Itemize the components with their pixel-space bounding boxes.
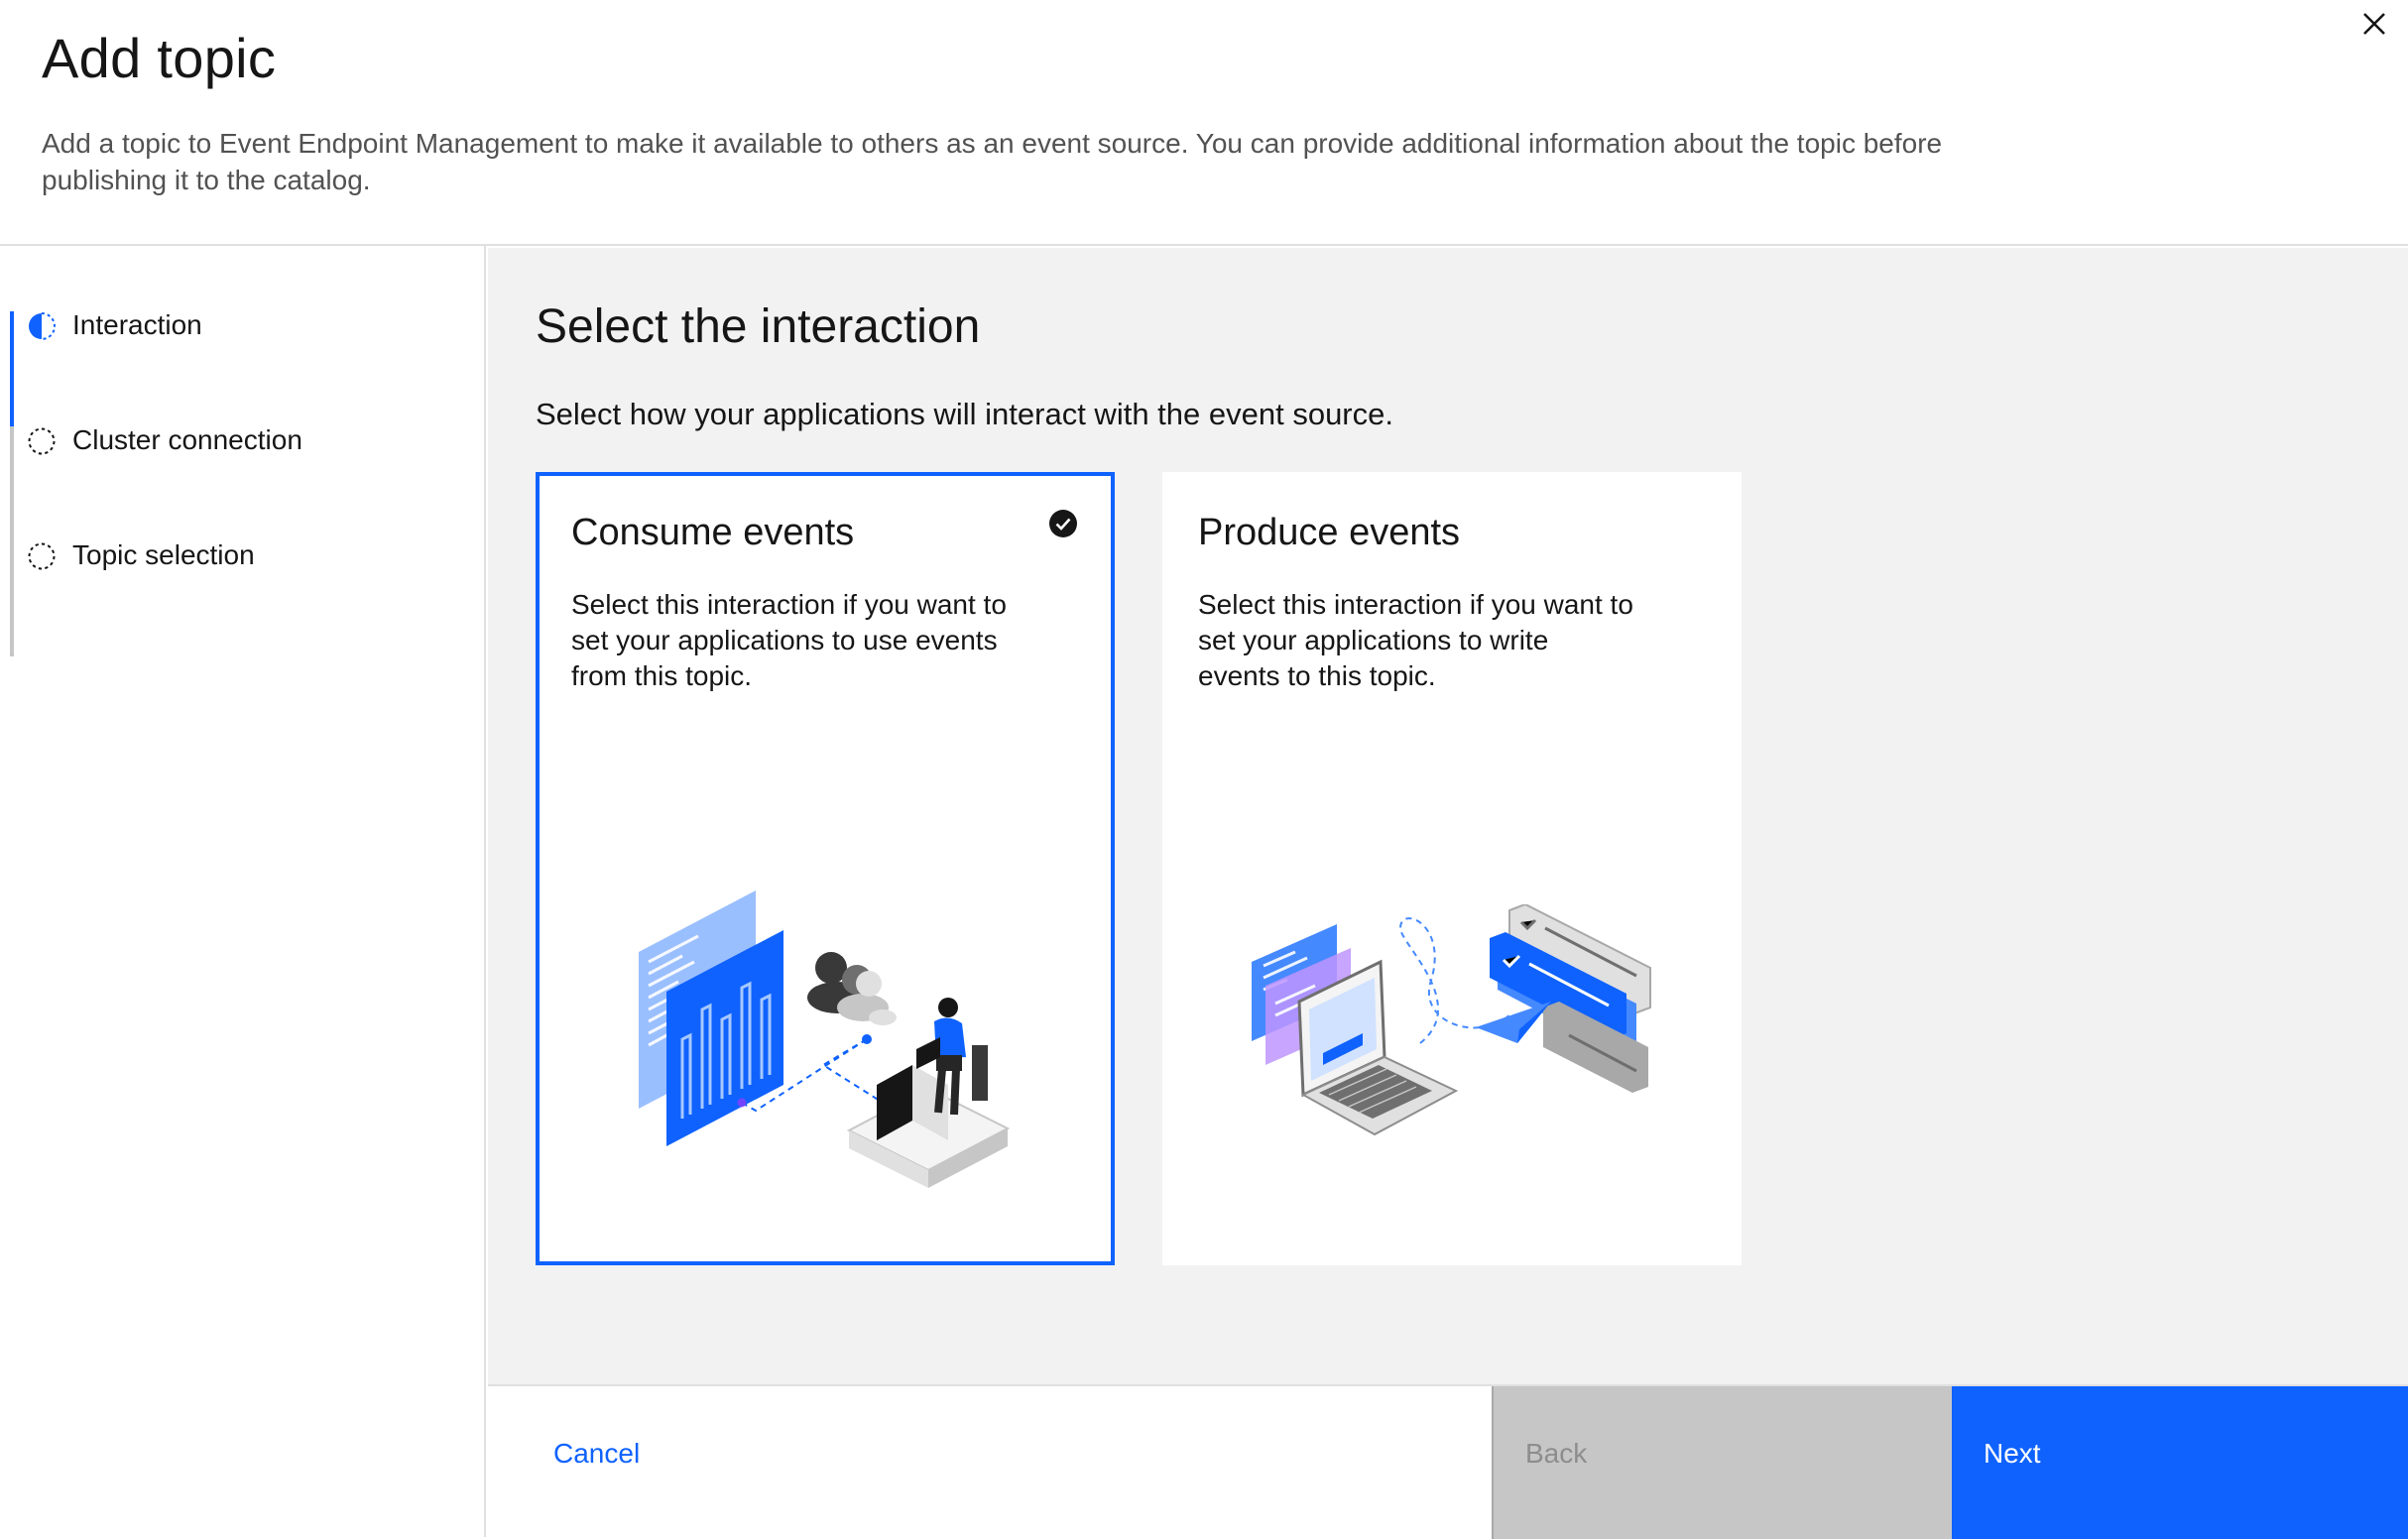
tile-description: Select this interaction if you want to s… <box>1198 589 1633 691</box>
step-bar <box>10 541 14 656</box>
consume-illustration <box>639 890 1011 1188</box>
step-label: Cluster connection <box>72 424 302 455</box>
back-button[interactable]: Back <box>1492 1386 1952 1539</box>
progress-step-topic-selection[interactable]: Topic selection <box>10 539 476 656</box>
section-title: Select the interaction <box>536 300 981 353</box>
cancel-button[interactable]: Cancel <box>488 1386 1490 1537</box>
back-label: Back <box>1525 1438 1588 1469</box>
step-bar <box>10 311 14 426</box>
step-label: Interaction <box>72 309 202 340</box>
half-filled-circle-icon <box>29 312 56 340</box>
produce-illustration <box>1252 904 1651 1136</box>
tile-description: Select this interaction if you want to s… <box>571 589 1007 691</box>
dashed-circle-icon <box>28 427 56 455</box>
next-button[interactable]: Next <box>1952 1386 2408 1539</box>
page-description: Add a topic to Event Endpoint Management… <box>42 128 1943 195</box>
page-title: Add topic <box>42 27 277 89</box>
next-label: Next <box>1984 1438 2041 1469</box>
tile-title: Consume events <box>571 512 855 553</box>
main-panel: Select the interaction Select how your a… <box>488 248 2408 1384</box>
modal-header: Add topic Add a topic to Event Endpoint … <box>0 0 2408 246</box>
dashed-circle-icon <box>28 542 56 570</box>
modal-footer: Cancel Back Next <box>488 1384 2408 1539</box>
progress-indicator: Interaction Cluster connection Topic sel… <box>0 246 486 1537</box>
produce-events-tile[interactable]: Produce events Select this interaction i… <box>1162 472 1742 1265</box>
close-icon <box>2363 13 2385 35</box>
step-bar <box>10 426 14 541</box>
cancel-label: Cancel <box>553 1438 641 1469</box>
progress-step-interaction[interactable]: Interaction <box>10 309 476 426</box>
section-subtitle: Select how your applications will intera… <box>536 397 1393 431</box>
consume-events-tile[interactable]: Consume events Select this interaction i… <box>536 472 1115 1265</box>
checkmark-filled-icon <box>1049 510 1077 537</box>
step-label: Topic selection <box>72 539 255 570</box>
close-button[interactable] <box>2341 0 2408 48</box>
tile-title: Produce events <box>1198 512 1461 553</box>
progress-step-cluster-connection[interactable]: Cluster connection <box>10 424 476 541</box>
